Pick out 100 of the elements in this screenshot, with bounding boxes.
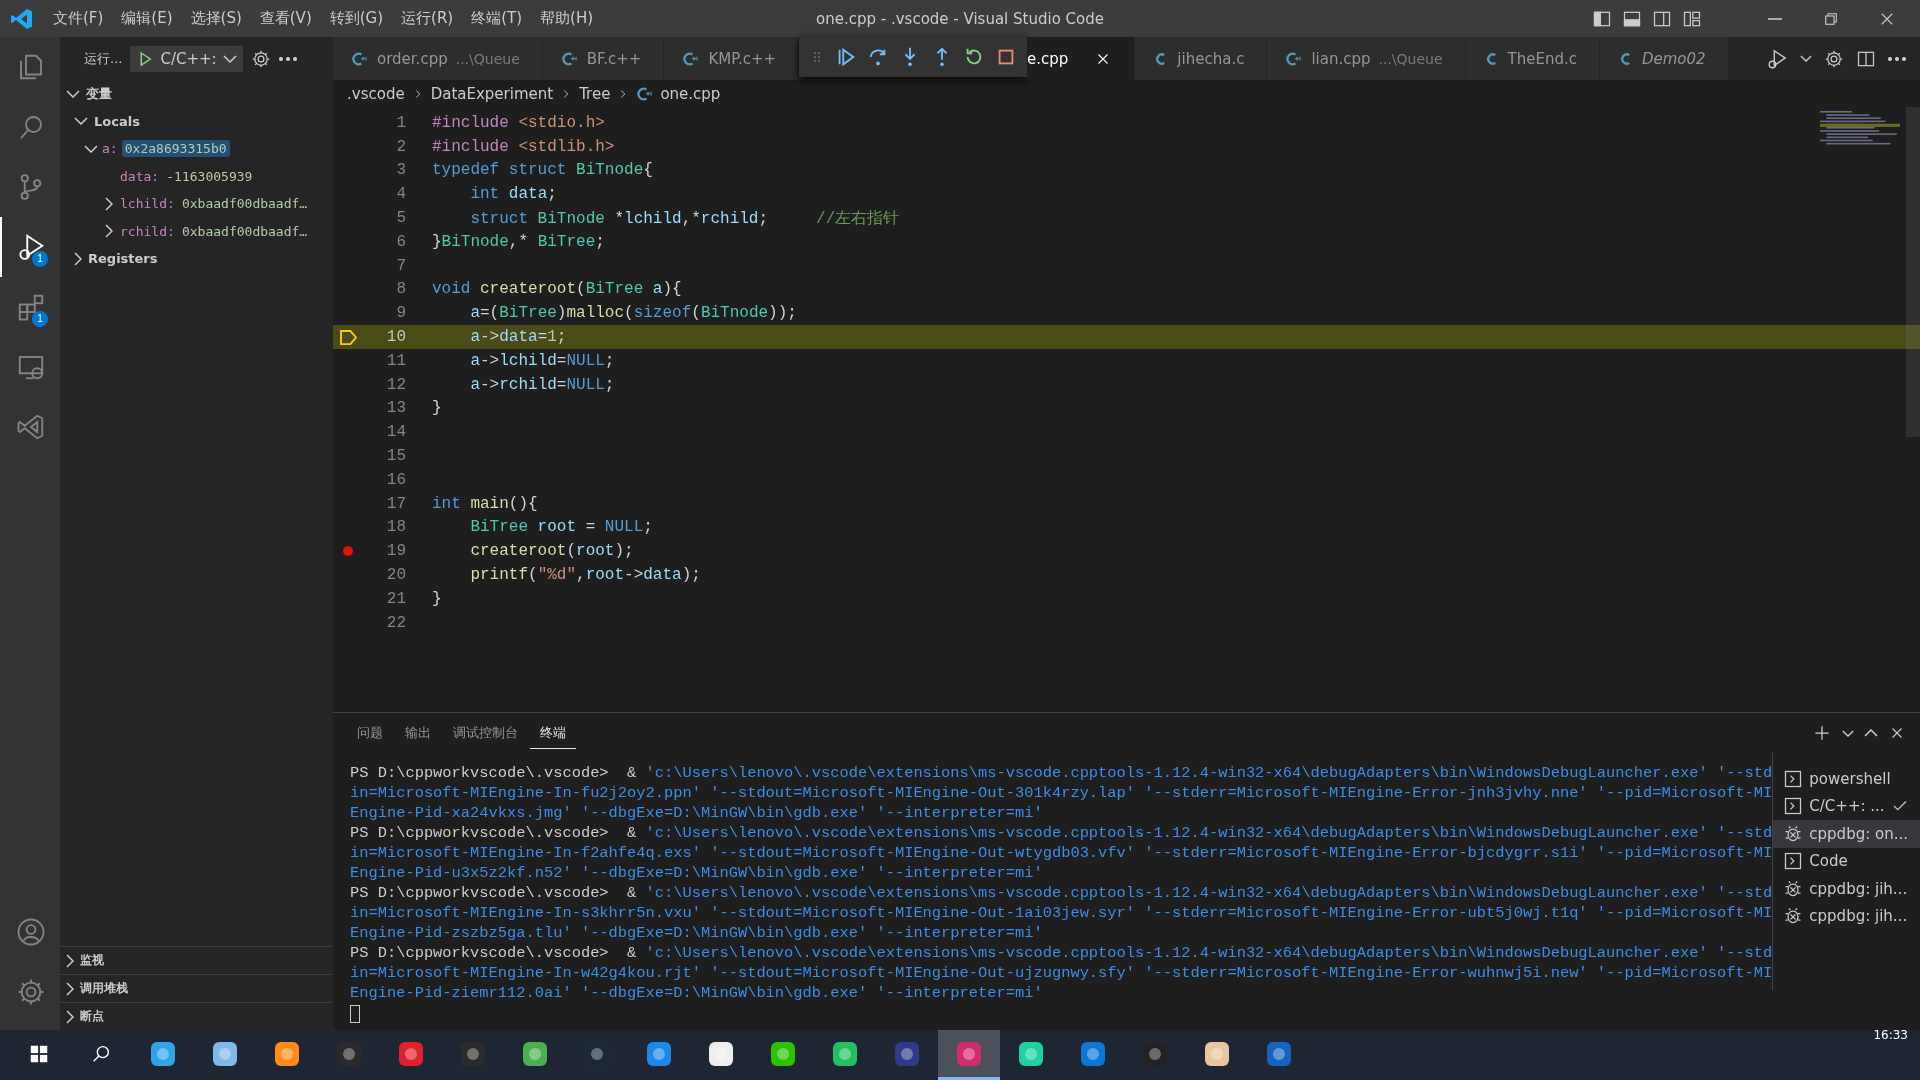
cpp-file-icon <box>351 49 369 68</box>
app-icon <box>1017 1039 1045 1068</box>
editor-tab[interactable]: KMP.c++ <box>664 37 800 80</box>
terminal-line: PS D:\cppworkvscode\.vscode> & 'c:\Users\lenovo\.vscode\extensions\ms-vscode.cpptools-1.12.4-win32-x64\debugAdapters\bin\WindowsDebugLauncher.exe' '--std <box>350 763 1773 783</box>
variable-value[interactable]: 0xbaadf00dbaadf… <box>178 222 311 240</box>
panel-tab[interactable]: 终端 <box>530 717 576 749</box>
terminal-list-item[interactable]: cppdbg: jih... <box>1773 902 1920 930</box>
activity-bar-item[interactable]: 1 <box>0 277 60 337</box>
cpp-file-icon <box>560 49 579 68</box>
editor-tab[interactable]: jihecha.c <box>1135 37 1268 80</box>
scope-label[interactable]: Registers <box>88 251 158 267</box>
chevron-icon <box>74 117 88 126</box>
chevron-icon <box>105 196 113 211</box>
app-icon <box>521 1039 549 1068</box>
app-icon <box>955 1039 983 1068</box>
caret-icon <box>222 54 237 63</box>
variable-value[interactable]: 0xbaadf00dbaadf… <box>178 195 311 213</box>
app-icon <box>1203 1039 1231 1068</box>
code-line: a->lchild=NULL; <box>469 351 615 370</box>
app-icon <box>1265 1039 1293 1068</box>
app-icon <box>397 1039 425 1068</box>
maximize-icon <box>1864 729 1878 737</box>
menu-item[interactable]: 转到(G) <box>320 9 393 28</box>
terminal-line: PS D:\cppworkvscode\.vscode> & 'c:\Users\lenovo\.vscode\extensions\ms-vscode.cpptools-1.12.4-win32-x64\debugAdapters\bin\WindowsDebugLauncher.exe' '--std <box>350 943 1773 963</box>
line-number: 11 <box>385 351 406 370</box>
line-number: 19 <box>385 542 406 561</box>
line-number: 13 <box>385 399 406 418</box>
breakpoint-icon[interactable] <box>342 545 354 558</box>
editor-tab[interactable]: e.cpp <box>1027 37 1136 80</box>
cpp-file-icon <box>1285 49 1304 68</box>
variable-value[interactable]: -1163005939 <box>163 167 256 185</box>
breadcrumb-item[interactable]: one.cpp <box>660 84 721 103</box>
terminal-list-item[interactable]: powershell <box>1773 765 1920 793</box>
code-line: struct BiTnode *lchild,*rchild; //左右指针 <box>469 208 900 229</box>
ribbon-icon <box>16 412 46 442</box>
terminal-list-item[interactable]: cppdbg: jih... <box>1773 875 1920 903</box>
chevron-icon <box>105 224 113 239</box>
code-line: }BiTnode,* BiTree; <box>431 232 605 251</box>
editor-tab[interactable]: Demo02 <box>1599 37 1729 80</box>
chevron-icon <box>66 1009 74 1024</box>
caret-icon <box>1800 55 1812 62</box>
gear-icon <box>1824 48 1844 69</box>
breadcrumb-item[interactable]: DataExperiment <box>430 84 554 103</box>
line-number: 20 <box>385 566 406 585</box>
code-line: } <box>431 589 442 608</box>
menu-item[interactable]: 编辑(E) <box>112 9 182 28</box>
section-header[interactable]: 变量 <box>86 84 112 103</box>
menu-item[interactable]: 文件(F) <box>44 9 113 28</box>
terminal-line: in=Microsoft-MIEngine-In-w42g4kou.rjt' '--stdout=Microsoft-MIEngine-Out-ujzugnwy.sfy' '--stderr=Microsoft-MIEngine-Error-wuhnwj5i.new' '--pid=Microsoft-MI <box>350 963 1773 983</box>
menu-item[interactable]: 查看(V) <box>250 9 321 28</box>
code-line: int data; <box>469 185 557 204</box>
scrollbar[interactable] <box>1906 107 1920 437</box>
panel-tab[interactable]: 调试控制台 <box>443 717 528 749</box>
run-debug-icon <box>16 232 46 262</box>
terminal-list-item[interactable]: C/C++: ... <box>1773 792 1920 820</box>
terminal-line: Engine-Pid-xa24vkxs.jmg' '--dbgExe=D:\MinGW\bin\gdb.exe' '--interpreter=mi' <box>350 803 1044 823</box>
line-number: 18 <box>385 518 406 537</box>
scope-label[interactable]: Locals <box>94 113 140 129</box>
terminal-list-item[interactable]: cppdbg: on... <box>1773 820 1920 848</box>
line-number: 3 <box>395 161 406 180</box>
variable-value[interactable]: 0x2a8693315b0 <box>121 140 230 158</box>
app-icon <box>149 1039 177 1068</box>
menu-item[interactable]: 帮助(H) <box>531 9 603 28</box>
editor-tab[interactable]: lian.cpp ...\Queue <box>1267 37 1466 80</box>
extensions-icon <box>16 292 46 322</box>
clock: 16:33 <box>1873 1028 1908 1042</box>
line-number: 12 <box>385 375 406 394</box>
variable-name: lchild: <box>120 196 175 212</box>
menu-item[interactable]: 选择(S) <box>181 9 251 28</box>
terminal-line: PS D:\cppworkvscode\.vscode> & 'c:\Users\lenovo\.vscode\extensions\ms-vscode.cpptools-1.12.4-win32-x64\debugAdapters\bin\WindowsDebugLauncher.exe' '--std <box>350 883 1773 903</box>
terminal-icon <box>1783 768 1804 789</box>
code-line: a->rchild=NULL; <box>469 375 615 394</box>
editor-tab[interactable]: TheEnd.c <box>1465 37 1600 80</box>
code-line: } <box>431 399 442 418</box>
count-badge: 1 <box>32 311 48 327</box>
line-number: 2 <box>395 137 406 156</box>
line-number: 7 <box>395 256 406 275</box>
terminal-cursor <box>350 1005 360 1023</box>
menu-item[interactable]: 终端(T) <box>462 9 532 28</box>
app-icon <box>1141 1039 1169 1068</box>
variable-name: a: <box>102 141 118 157</box>
terminal-line: in=Microsoft-MIEngine-In-fu2j2oy2.ppn' '--stdout=Microsoft-MIEngine-Out-301k4rzy.lap' '--stderr=Microsoft-MIEngine-Error-jnh3jvhy.nne' '--pid=Microsoft-MI <box>350 783 1773 803</box>
settings-icon <box>16 977 46 1007</box>
editor-tab[interactable]: BF.c++ <box>542 37 665 80</box>
breadcrumb-item[interactable]: .vscode <box>347 84 405 103</box>
line-number: 5 <box>395 209 406 228</box>
terminal-line: Engine-Pid-zszbz5ga.tlu' '--dbgExe=D:\MinGW\bin\gdb.exe' '--interpreter=mi' <box>350 923 1044 943</box>
launch-config-dropdown[interactable]: C/C++: <box>130 45 243 72</box>
panel-tab[interactable]: 输出 <box>395 717 441 749</box>
app-icon <box>769 1039 797 1068</box>
editor-tab[interactable]: order.cpp ...\Queue <box>333 37 543 80</box>
section-header[interactable]: 监视 <box>80 952 104 969</box>
panel-tab[interactable]: 问题 <box>347 717 393 749</box>
menu-item[interactable]: 运行(R) <box>392 9 463 28</box>
breadcrumb-item[interactable]: Tree <box>579 84 611 103</box>
line-number: 1 <box>395 113 406 132</box>
section-header[interactable]: 断点 <box>80 1008 104 1025</box>
terminal-list-item[interactable]: Code <box>1773 847 1920 875</box>
section-header[interactable]: 调用堆栈 <box>80 980 128 997</box>
add-icon <box>1812 723 1832 743</box>
